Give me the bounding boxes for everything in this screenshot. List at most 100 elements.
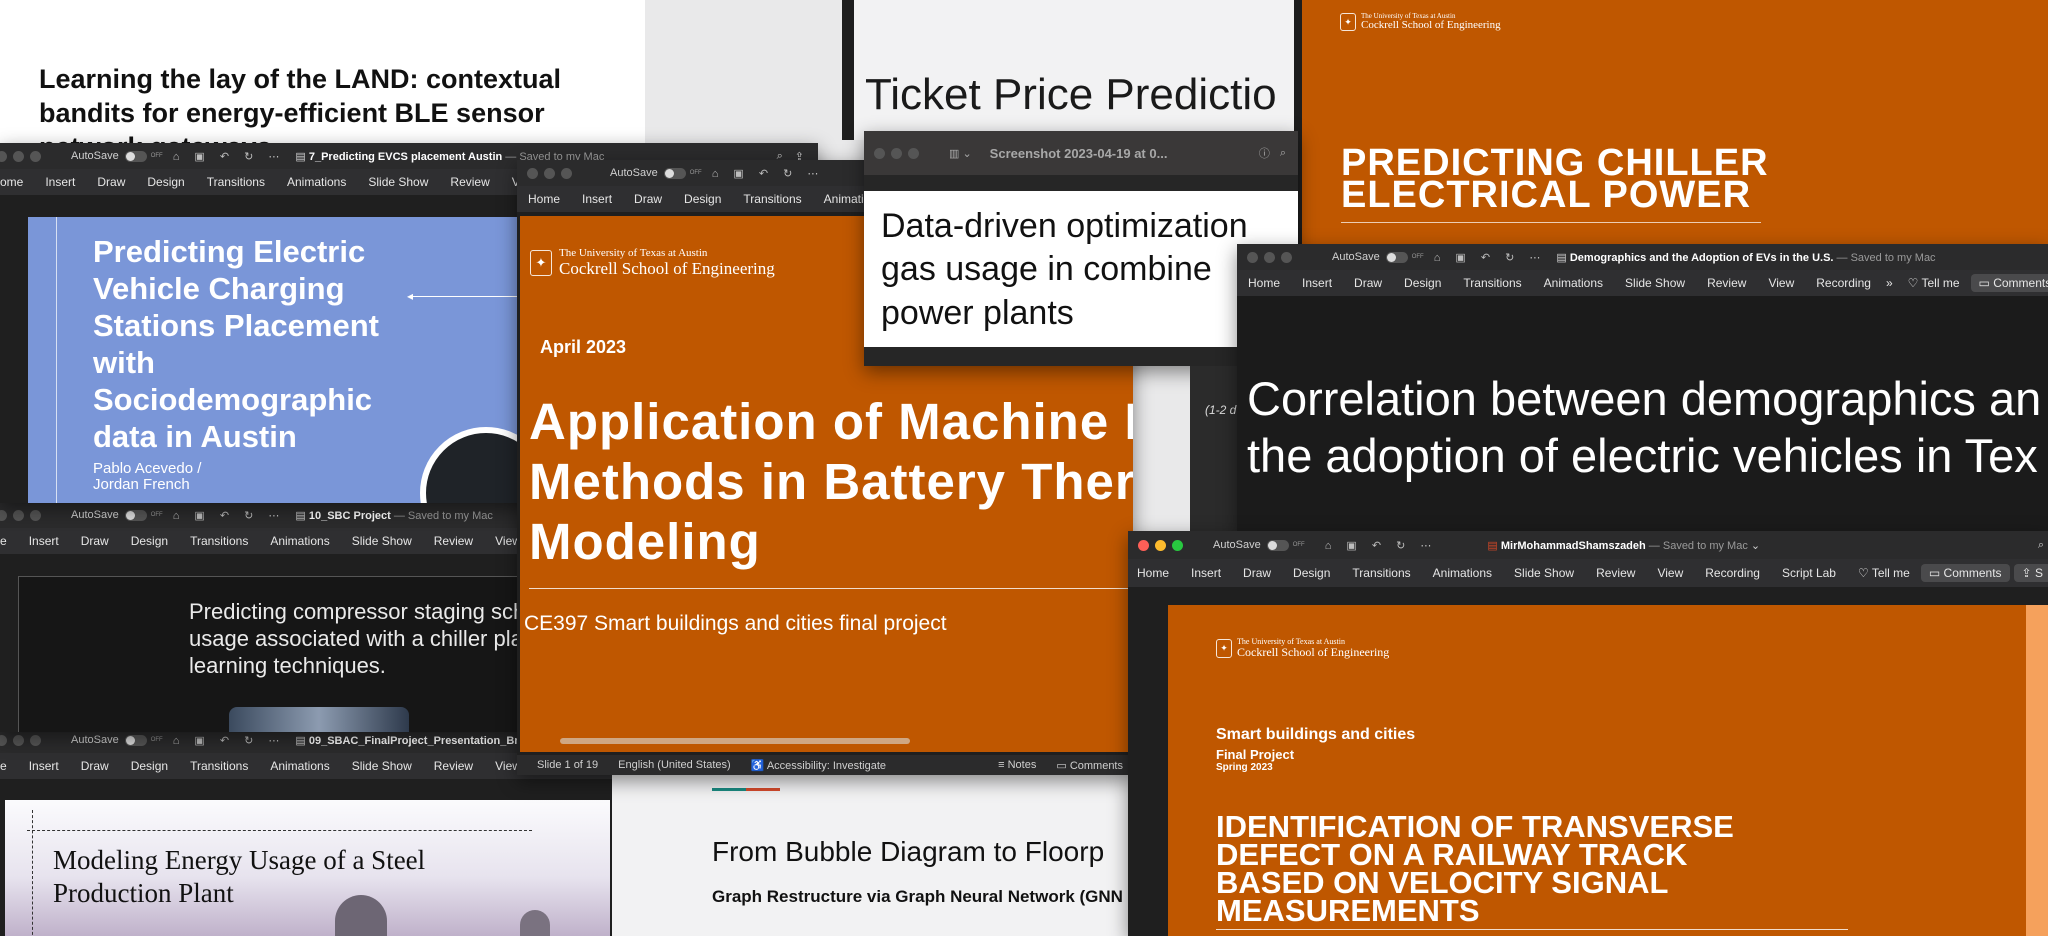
sidebar-toggle-icon[interactable]: ▥ ⌄ — [949, 147, 972, 160]
ribbon-tab-review[interactable]: Review — [1596, 566, 1635, 580]
comments-button[interactable]: ▭ Comments — [1920, 564, 2010, 582]
quick-access-icons[interactable]: ⌂ ▣ ↶ ↻ ⋯ — [173, 150, 286, 163]
ribbon-tab-insert[interactable]: Insert — [1191, 566, 1221, 580]
tell-me-box[interactable]: ♡ Tell me — [1908, 276, 1960, 290]
window-close-button[interactable] — [0, 734, 7, 746]
search-icon[interactable]: ⌕ — [2038, 539, 2044, 552]
horizontal-scrollbar[interactable] — [560, 738, 910, 744]
ribbon-tab-insert[interactable]: Insert — [582, 192, 612, 206]
ribbon-tab-draw[interactable]: Draw — [81, 534, 109, 548]
window-close-button[interactable] — [527, 167, 538, 179]
ribbon-tab-draw[interactable]: Draw — [81, 759, 109, 773]
window-zoom-button[interactable] — [1281, 251, 1292, 263]
ribbon-tab-view[interactable]: View — [1657, 566, 1683, 580]
toggle-off-label: OFF — [150, 512, 163, 518]
ribbon-tab-transitions[interactable]: Transitions — [207, 175, 265, 189]
ribbon-tab-slideshow[interactable]: Slide Show — [1625, 276, 1685, 290]
quick-access-icons[interactable]: ⌂ ▣ ↶ ↻ ⋯ — [1325, 539, 1438, 552]
ribbon-tab-home[interactable]: e — [0, 534, 7, 548]
ribbon-tab-design[interactable]: Design — [684, 192, 721, 206]
railway-final: Final Project — [1216, 747, 1295, 762]
ribbon-tab-draw[interactable]: Draw — [1243, 566, 1271, 580]
language-status[interactable]: English (United States) — [618, 759, 731, 771]
ribbon-tab-design[interactable]: Design — [147, 175, 184, 189]
notes-button[interactable]: ≡ Notes — [998, 759, 1036, 771]
ribbon-tab-slideshow[interactable]: Slide Show — [352, 759, 412, 773]
window-close-button[interactable] — [0, 150, 7, 162]
ribbon-tab-insert[interactable]: Insert — [45, 175, 75, 189]
autosave-toggle[interactable] — [124, 509, 147, 521]
window-zoom-button[interactable] — [30, 734, 41, 746]
window-minimize-button[interactable] — [13, 150, 24, 162]
autosave-toggle[interactable] — [124, 734, 147, 746]
autosave-toggle[interactable] — [663, 167, 686, 179]
ribbon-tab-insert[interactable]: Insert — [29, 534, 59, 548]
ribbon-overflow-icon[interactable]: » — [1886, 276, 1893, 290]
ribbon-tab-transitions[interactable]: Transitions — [190, 534, 248, 548]
window-zoom-button[interactable] — [30, 150, 41, 162]
ribbon-tab-transitions[interactable]: Transitions — [1352, 566, 1410, 580]
quick-access-icons[interactable]: ⌂ ▣ ↶ ↻ ⋯ — [712, 167, 825, 180]
ribbon-tab-recording[interactable]: Recording — [1705, 566, 1760, 580]
ribbon-tab-review[interactable]: Review — [434, 759, 473, 773]
window-zoom-button[interactable] — [561, 167, 572, 179]
ribbon-tab-slideshow[interactable]: Slide Show — [352, 534, 412, 548]
quick-access-icons[interactable]: ⌂ ▣ ↶ ↻ ⋯ — [173, 509, 286, 522]
info-icon[interactable]: ⓘ — [1259, 145, 1270, 161]
autosave-toggle[interactable] — [1266, 539, 1289, 551]
window-close-button[interactable] — [1247, 251, 1258, 263]
ribbon-tab-animations[interactable]: Animations — [287, 175, 346, 189]
window-minimize-button[interactable] — [891, 147, 902, 159]
ribbon-tab-transitions[interactable]: Transitions — [190, 759, 248, 773]
ribbon-tab-design[interactable]: Design — [131, 534, 168, 548]
window-close-button[interactable] — [1138, 539, 1149, 551]
window-close-button[interactable] — [874, 147, 885, 159]
ribbon-tab-animations[interactable]: Animations — [1544, 276, 1603, 290]
window-zoom-button[interactable] — [908, 147, 919, 159]
ribbon-tab-home[interactable]: ome — [0, 175, 23, 189]
ribbon-tab-draw[interactable]: Draw — [1354, 276, 1382, 290]
accessibility-status[interactable]: ♿ Accessibility: Investigate — [751, 759, 886, 772]
window-minimize-button[interactable] — [544, 167, 555, 179]
tell-me-box[interactable]: ♡ Tell me — [1858, 566, 1910, 580]
window-minimize-button[interactable] — [13, 734, 24, 746]
quick-access-icons[interactable]: ⌂ ▣ ↶ ↻ ⋯ — [173, 734, 286, 747]
autosave-toggle[interactable] — [124, 150, 147, 162]
ribbon-tab-view[interactable]: View — [1768, 276, 1794, 290]
ribbon-tab-insert[interactable]: Insert — [29, 759, 59, 773]
ribbon-tab-animations[interactable]: Animations — [270, 759, 329, 773]
quick-access-icons[interactable]: ⌂ ▣ ↶ ↻ ⋯ — [1434, 251, 1547, 264]
ribbon-tab-insert[interactable]: Insert — [1302, 276, 1332, 290]
comments-button[interactable]: ▭ Comments — [1970, 274, 2048, 292]
ribbon-tab-design[interactable]: Design — [131, 759, 168, 773]
ribbon-tab-design[interactable]: Design — [1293, 566, 1330, 580]
window-minimize-button[interactable] — [1264, 251, 1275, 263]
ribbon-tab-animations[interactable]: Animations — [1433, 566, 1492, 580]
ribbon-tab-design[interactable]: Design — [1404, 276, 1441, 290]
window-zoom-button[interactable] — [1172, 539, 1183, 551]
ribbon-tab-slideshow[interactable]: Slide Show — [1514, 566, 1574, 580]
ribbon-tab-review[interactable]: Review — [450, 175, 489, 189]
ribbon-tab-home[interactable]: e — [0, 759, 7, 773]
ribbon-tab-transitions[interactable]: Transitions — [1463, 276, 1521, 290]
ribbon-tab-transitions[interactable]: Transitions — [743, 192, 801, 206]
ribbon-tab-review[interactable]: Review — [434, 534, 473, 548]
ribbon-tab-draw[interactable]: Draw — [634, 192, 662, 206]
ribbon-tab-home[interactable]: Home — [528, 192, 560, 206]
autosave-toggle[interactable] — [1385, 251, 1408, 263]
comments-button[interactable]: ▭ Comments — [1056, 759, 1123, 772]
window-minimize-button[interactable] — [13, 509, 24, 521]
share-button[interactable]: ⇪ S — [2013, 564, 2048, 582]
ribbon-tab-recording[interactable]: Recording — [1816, 276, 1871, 290]
window-close-button[interactable] — [0, 509, 7, 521]
ribbon-tab-review[interactable]: Review — [1707, 276, 1746, 290]
ribbon-tab-home[interactable]: Home — [1248, 276, 1280, 290]
ribbon-tab-home[interactable]: Home — [1137, 566, 1169, 580]
window-minimize-button[interactable] — [1155, 539, 1166, 551]
zoom-icon[interactable]: ⌕ — [1280, 147, 1286, 160]
ribbon-tab-animations[interactable]: Animations — [270, 534, 329, 548]
ribbon-tab-draw[interactable]: Draw — [97, 175, 125, 189]
ribbon-tab-script-lab[interactable]: Script Lab — [1782, 566, 1836, 580]
ribbon-tab-slideshow[interactable]: Slide Show — [368, 175, 428, 189]
window-zoom-button[interactable] — [30, 509, 41, 521]
